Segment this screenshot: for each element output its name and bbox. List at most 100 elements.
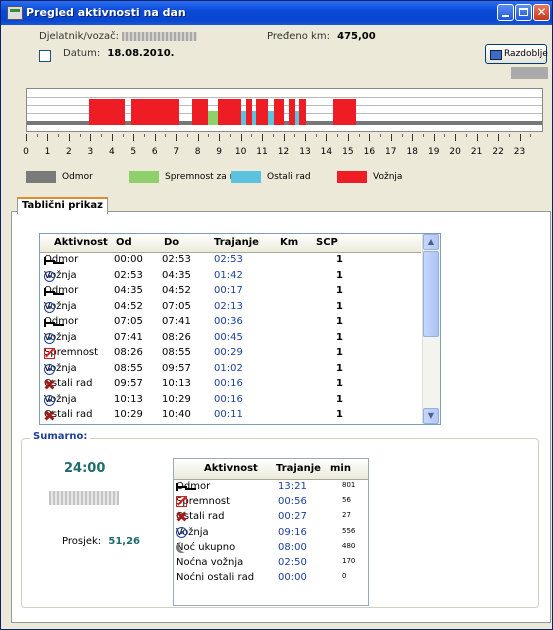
col-header[interactable]: Km: [280, 237, 298, 248]
cell-scp: 1: [336, 362, 343, 374]
summary-row[interactable]: Odmor 13:21 801: [174, 481, 368, 495]
cell-activity: Vožnja: [44, 331, 77, 344]
summary-row[interactable]: Ostali rad 00:27 27: [174, 511, 368, 525]
axis-tick: [122, 134, 124, 137]
distance-field: Pređeno km: 475,00: [267, 31, 376, 42]
table-row[interactable]: Vožnja 07:41 08:26 00:45 1: [40, 331, 421, 346]
axis-tick: [208, 134, 210, 137]
legend-swatch: [231, 171, 261, 183]
summary-cell-duration: 00:00: [278, 572, 307, 584]
summary-row[interactable]: Noćni ostali rad 00:00 0: [174, 572, 368, 586]
table-row[interactable]: Vožnja 10:13 10:29 00:16 1: [40, 393, 421, 408]
axis-tick: [358, 134, 360, 137]
summary-total: 24:00: [64, 461, 106, 476]
axis-tick: [186, 134, 188, 137]
table-row[interactable]: Ostali rad 10:29 10:40 00:11 1: [40, 408, 421, 423]
close-button[interactable]: ✕: [533, 4, 550, 21]
col-header[interactable]: Trajanje: [214, 237, 259, 248]
cell-scp: 1: [336, 316, 343, 327]
crossed-hammers-icon: [176, 511, 187, 522]
col-header[interactable]: Do: [164, 237, 179, 248]
legend-swatch: [337, 171, 367, 183]
axis-tick: [401, 134, 403, 137]
distance-value: 475,00: [337, 31, 376, 42]
table-row[interactable]: Ostali rad 09:57 10:13 00:16 1: [40, 377, 421, 392]
col-header[interactable]: SCP: [316, 237, 338, 248]
summary-row[interactable]: Noć ukupno 08:00 480: [174, 542, 368, 556]
cell-scp: 1: [336, 269, 343, 281]
summary-row[interactable]: Spremnost 00:56 56: [174, 496, 368, 510]
scroll-down-button[interactable]: ▼: [423, 408, 439, 424]
maximize-icon: [519, 8, 528, 16]
axis-tick: [369, 134, 371, 141]
summary-cell-min: 480: [342, 541, 356, 550]
cell-activity: Ostali rad: [44, 378, 93, 389]
cell-duration: 00:45: [214, 331, 243, 343]
axis-tick: [455, 134, 457, 141]
col-header[interactable]: Trajanje: [276, 463, 321, 474]
timeline-segment: [273, 99, 285, 125]
minimize-button[interactable]: [497, 4, 514, 21]
bed-icon: [44, 317, 55, 328]
title-bar[interactable]: Pregled aktivnosti na dan ✕: [1, 1, 552, 25]
axis-tick-label: 20: [449, 147, 461, 157]
cell-to: 08:55: [162, 347, 191, 358]
axis-tick-label: 18: [406, 147, 418, 157]
axis-tick: [315, 134, 317, 137]
summary-cell-activity: Ostali rad: [176, 511, 225, 523]
bed-icon: [44, 255, 55, 266]
cell-scp: 1: [336, 285, 343, 296]
driver-label: Djelatnik/vozač:: [39, 31, 120, 42]
table-row[interactable]: Odmor 07:05 07:41 00:36 1: [40, 315, 421, 330]
cell-activity: Odmor: [44, 254, 79, 266]
cell-activity: Spremnost: [44, 347, 99, 359]
moon-icon: [176, 542, 187, 553]
axis-tick-label: 5: [130, 147, 137, 157]
axis-tick-label: 7: [173, 147, 180, 157]
timeline-gridline: [27, 97, 542, 98]
table-row[interactable]: Vožnja 08:55 09:57 01:02 1: [40, 362, 421, 377]
summary-row[interactable]: Noćna vožnja 02:50 170: [174, 557, 368, 571]
cell-to: 10:40: [162, 409, 191, 420]
axis-tick-label: 11: [256, 147, 268, 157]
table-row[interactable]: Odmor 00:00 02:53 02:53 1: [40, 253, 421, 268]
summary-row[interactable]: Vožnja 09:16 556: [174, 526, 368, 541]
scroll-thumb[interactable]: [423, 251, 439, 337]
axis-tick-label: 15: [342, 147, 354, 157]
axis-tick: [304, 134, 306, 141]
axis-tick: [390, 134, 392, 141]
summary-cell-min: 801: [342, 481, 356, 489]
col-header[interactable]: Aktivnost: [204, 463, 258, 474]
summary-cell-activity: Spremnost: [176, 496, 231, 508]
date-checkbox[interactable]: [39, 50, 51, 62]
steering-wheel-icon: [44, 332, 55, 344]
col-header[interactable]: Aktivnost: [54, 237, 108, 248]
axis-tick: [326, 134, 328, 141]
legend-swatch: [129, 171, 159, 183]
activity-window: Pregled aktivnosti na dan ✕ Djelatnik/vo…: [0, 0, 553, 630]
cell-from: 08:26: [114, 347, 143, 358]
table-row[interactable]: Vožnja 02:53 04:35 01:42 1: [40, 269, 421, 284]
summary-table-header: Aktivnost Trajanje min: [174, 459, 368, 480]
col-header[interactable]: Od: [116, 237, 132, 248]
scroll-up-button[interactable]: ▲: [423, 234, 439, 250]
axis-tick: [283, 134, 285, 141]
summary-legend: Sumarno:: [30, 431, 91, 442]
tab-table-view[interactable]: Tablični prikaz: [17, 197, 108, 214]
table-row[interactable]: Vožnja 04:52 07:05 02:13 1: [40, 300, 421, 315]
table-scrollbar[interactable]: ▲ ▼: [422, 234, 440, 424]
col-header[interactable]: min: [330, 463, 351, 474]
period-button[interactable]: Razdoblje: [485, 44, 548, 64]
summary-cell-duration: 00:27: [278, 511, 307, 523]
table-row[interactable]: Spremnost 08:26 08:55 00:29 1: [40, 346, 421, 361]
app-icon: [7, 6, 23, 20]
average-value: 51,26: [108, 536, 140, 547]
axis-tick: [498, 134, 500, 141]
table-header: Aktivnost Od Do Trajanje Km SCP: [40, 234, 421, 253]
axis-tick: [465, 134, 467, 137]
steering-wheel-icon: [176, 526, 187, 538]
maximize-button[interactable]: [515, 4, 532, 21]
timeline-segment: [298, 99, 306, 125]
summary-cell-duration: 13:21: [278, 481, 307, 492]
table-row[interactable]: Odmor 04:35 04:52 00:17 1: [40, 284, 421, 299]
